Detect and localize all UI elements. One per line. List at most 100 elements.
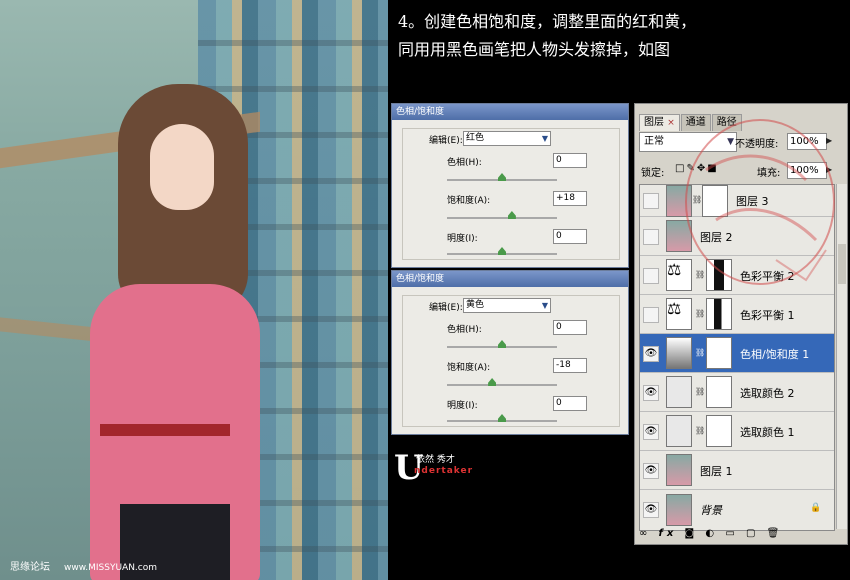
balance-icon: ⚖: [667, 299, 682, 318]
watermark-left: 思缘论坛 www.MISSYUAN.com: [10, 558, 157, 573]
eye-icon[interactable]: 👁: [643, 502, 659, 518]
opacity-arrow-icon[interactable]: ▶: [826, 133, 835, 148]
lightness-input[interactable]: 0: [553, 229, 587, 244]
lock-icons: □✎✥■: [675, 163, 719, 174]
eye-icon[interactable]: 👁: [643, 385, 659, 401]
hue-input[interactable]: 0: [553, 320, 587, 335]
scrollbar-thumb[interactable]: [838, 244, 846, 284]
edit-dropdown[interactable]: 红色 ▼: [463, 131, 551, 146]
layer-row[interactable]: 👁 ⛓ 选取颜色 1: [640, 412, 834, 451]
layer-thumbnail: [666, 454, 692, 486]
hue-input[interactable]: 0: [553, 153, 587, 168]
blend-mode-value: 正常: [644, 136, 664, 147]
layer-name: 色相/饱和度 1: [740, 348, 810, 361]
close-icon[interactable]: ×: [667, 118, 675, 128]
model-belt: [100, 424, 230, 436]
hue-saturation-dialog-red: 色相/饱和度 编辑(E): 红色 ▼ 色相(H): 0 饱和度(A): +18 明…: [391, 103, 629, 268]
layer-thumbnail: [666, 185, 692, 217]
lightness-slider-thumb[interactable]: [498, 414, 506, 422]
layers-list: ⛓ 图层 3 图层 2 ⚖ ⛓ 色彩平衡 2 ⚖ ⛓ 色彩平衡 1 👁 ⛓ 色相…: [639, 184, 835, 531]
author-logo: U 依然 秀才 ndertaker: [394, 448, 494, 498]
chevron-down-icon: ▼: [727, 137, 734, 147]
layer-name: 背景: [700, 504, 722, 517]
watermark-site: www.MISSYUAN.com: [64, 563, 158, 573]
link-icon[interactable]: ∞: [639, 528, 651, 539]
adjustment-thumbnail: ⚖: [666, 259, 692, 291]
layer-row-selected[interactable]: 👁 ⛓ 色相/饱和度 1: [640, 334, 834, 373]
hue-slider-thumb[interactable]: [498, 340, 506, 348]
visibility-toggle[interactable]: [643, 268, 659, 284]
lock-transparent-icon[interactable]: □: [675, 163, 686, 174]
layer-name: 图层 1: [700, 465, 733, 478]
layer-thumbnail: [666, 220, 692, 252]
panel-tabs: 图层 × 通道 路径: [639, 110, 743, 131]
tab-paths[interactable]: 路径: [711, 114, 742, 131]
instruction-text: 4。创建色相饱和度，调整里面的红和黄， 同用用黑色画笔把人物头发擦掉，如图: [398, 8, 696, 64]
saturation-slider-thumb[interactable]: [507, 211, 516, 219]
new-layer-icon[interactable]: ▢: [746, 528, 759, 539]
lock-icon: 🔒: [810, 503, 822, 513]
opacity-label: 不透明度:: [735, 139, 779, 150]
tab-layers-label: 图层: [644, 117, 664, 128]
lightness-label: 明度(I):: [447, 234, 478, 244]
link-icon: ⛓: [695, 387, 706, 396]
layer-row[interactable]: 图层 2: [640, 217, 834, 256]
eye-icon[interactable]: 👁: [643, 346, 659, 362]
layer-row[interactable]: ⚖ ⛓ 色彩平衡 1: [640, 295, 834, 334]
layer-mask-thumbnail: [706, 415, 732, 447]
layers-scrollbar[interactable]: [836, 184, 847, 529]
lightness-label: 明度(I):: [447, 401, 478, 411]
lock-label: 锁定:: [641, 168, 665, 179]
watermark-name: 思缘论坛: [10, 562, 50, 573]
visibility-toggle[interactable]: [643, 229, 659, 245]
layer-row[interactable]: ⛓ 图层 3: [640, 185, 834, 217]
trash-icon[interactable]: 🗑: [767, 528, 784, 539]
lightness-slider-thumb[interactable]: [498, 247, 506, 255]
tab-layers[interactable]: 图层 ×: [639, 114, 680, 131]
layer-row[interactable]: 👁 背景 🔒: [640, 490, 834, 530]
dialog-title: 色相/饱和度: [392, 271, 628, 287]
chevron-down-icon: ▼: [541, 134, 548, 143]
layer-mask-thumbnail: [702, 185, 728, 217]
fx-icon[interactable]: fx: [659, 528, 678, 539]
hue-label: 色相(H):: [447, 325, 482, 335]
opacity-input[interactable]: 100%: [787, 133, 827, 150]
visibility-toggle[interactable]: [643, 307, 659, 323]
model-figure: [80, 84, 280, 580]
layer-row[interactable]: ⚖ ⛓ 色彩平衡 2: [640, 256, 834, 295]
saturation-slider-thumb[interactable]: [488, 378, 497, 386]
fill-arrow-icon[interactable]: ▶: [826, 162, 835, 177]
dialog-title: 色相/饱和度: [392, 104, 628, 120]
saturation-input[interactable]: -18: [553, 358, 587, 373]
blend-mode-select[interactable]: 正常 ▼: [639, 132, 737, 152]
eye-icon[interactable]: 👁: [643, 424, 659, 440]
saturation-slider-track[interactable]: [447, 217, 557, 219]
lightness-input[interactable]: 0: [553, 396, 587, 411]
adjustment-thumbnail: [666, 376, 692, 408]
tab-channels[interactable]: 通道: [680, 114, 711, 131]
layer-name: 选取颜色 1: [740, 426, 795, 439]
eye-icon[interactable]: 👁: [643, 463, 659, 479]
visibility-toggle[interactable]: [643, 193, 659, 209]
lock-move-icon[interactable]: ✥: [697, 163, 707, 174]
edit-dropdown[interactable]: 黄色 ▼: [463, 298, 551, 313]
model-face: [150, 124, 214, 210]
fill-input[interactable]: 100%: [787, 162, 827, 179]
adjustment-icon[interactable]: ◐: [705, 528, 718, 539]
adjustment-thumbnail: [666, 415, 692, 447]
adjustment-thumbnail: [666, 337, 692, 369]
mask-icon[interactable]: ◙: [685, 528, 699, 539]
lock-all-icon[interactable]: ■: [707, 163, 718, 174]
saturation-label: 饱和度(A):: [447, 196, 491, 206]
link-icon: ⛓: [695, 309, 706, 318]
layer-row[interactable]: 👁 图层 1: [640, 451, 834, 490]
layer-row[interactable]: 👁 ⛓ 选取颜色 2: [640, 373, 834, 412]
saturation-slider-track[interactable]: [447, 384, 557, 386]
saturation-input[interactable]: +18: [553, 191, 587, 206]
lock-brush-icon[interactable]: ✎: [686, 163, 696, 174]
instruction-line-2: 同用用黑色画笔把人物头发擦掉，如图: [398, 40, 671, 59]
hue-slider-thumb[interactable]: [498, 173, 506, 181]
folder-icon[interactable]: ▭: [725, 528, 738, 539]
link-icon: ⛓: [695, 348, 706, 357]
layer-mask-thumbnail: [706, 376, 732, 408]
